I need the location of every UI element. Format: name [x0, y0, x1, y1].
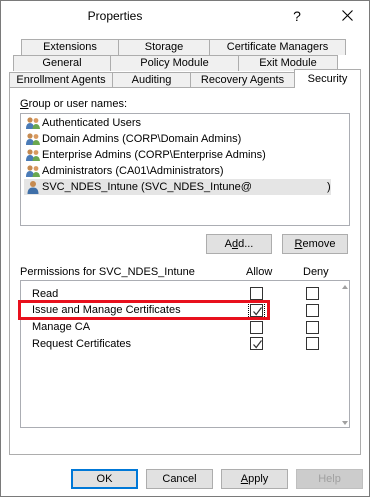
permission-name: Manage CA — [32, 321, 91, 333]
allow-manage-ca-checkbox[interactable] — [250, 321, 263, 334]
deny-issue-manage-checkbox[interactable] — [306, 304, 319, 317]
list-item[interactable]: Administrators (CA01\Administrators) — [24, 163, 344, 179]
remove-button[interactable]: Remove — [282, 234, 348, 254]
group-or-user-names-label: Group or user names: — [20, 98, 127, 110]
principal-name-suffix: ) — [327, 181, 331, 193]
user-icon — [27, 181, 39, 194]
deny-read-checkbox[interactable] — [306, 287, 319, 300]
apply-label-post: pply — [248, 473, 269, 485]
list-item[interactable]: Domain Admins (CORP\Domain Admins) — [24, 131, 344, 147]
allow-request-checkbox[interactable] — [250, 337, 263, 350]
list-item[interactable]: Authenticated Users — [24, 115, 344, 131]
principal-name: SVC_NDES_Intune (SVC_NDES_Intune@ — [42, 181, 252, 193]
title-bar[interactable]: Properties ? — [1, 1, 369, 31]
close-icon — [341, 10, 353, 21]
tab-extensions[interactable]: Extensions — [21, 39, 119, 55]
add-label-post: d... — [238, 238, 254, 250]
add-label-pre: A — [224, 238, 232, 250]
apply-label-accel: A — [240, 473, 249, 485]
add-button[interactable]: Add... — [206, 234, 272, 254]
properties-dialog: Properties ? Extensions Storage Certific… — [0, 0, 370, 497]
principal-name: Enterprise Admins (CORP\Enterprise Admin… — [42, 149, 266, 161]
list-item[interactable]: Enterprise Admins (CORP\Enterprise Admin… — [24, 147, 344, 163]
list-item-selected[interactable]: SVC_NDES_Intune (SVC_NDES_Intune@ ) — [24, 179, 331, 195]
principal-name: Authenticated Users — [42, 117, 142, 129]
window-title: Properties — [87, 9, 143, 23]
tab-row-1: Extensions Storage Certificate Managers — [1, 39, 369, 55]
apply-button[interactable]: Apply — [221, 469, 288, 489]
tab-security[interactable]: Security — [294, 69, 361, 88]
permission-name: Request Certificates — [32, 338, 132, 350]
principal-name: Administrators (CA01\Administrators) — [42, 165, 224, 177]
cancel-button[interactable]: Cancel — [146, 469, 213, 489]
scroll-down-icon[interactable] — [341, 419, 349, 427]
allow-column-header: Allow — [246, 266, 273, 278]
close-button[interactable] — [331, 5, 363, 27]
group-label-accel: G — [20, 98, 29, 110]
tab-certificate-managers[interactable]: Certificate Managers — [209, 39, 346, 55]
group-icon — [26, 117, 40, 129]
group-label-rest: roup or user names: — [28, 98, 127, 110]
remove-label-post: emove — [302, 238, 336, 250]
check-icon — [253, 340, 262, 349]
scroll-up-icon[interactable] — [341, 283, 349, 291]
deny-request-checkbox[interactable] — [306, 337, 319, 350]
deny-column-header: Deny — [303, 266, 329, 278]
tab-policy-module[interactable]: Policy Module — [110, 55, 239, 71]
principals-list[interactable]: Authenticated Users Domain Admins (CORP\… — [20, 113, 350, 226]
tab-storage[interactable]: Storage — [118, 39, 210, 55]
group-icon — [26, 165, 40, 177]
ok-button[interactable]: OK — [71, 469, 138, 489]
allow-read-checkbox[interactable] — [250, 287, 263, 300]
group-icon — [26, 149, 40, 161]
help-button[interactable]: Help — [296, 469, 363, 489]
tab-enrollment-agents[interactable]: Enrollment Agents — [9, 72, 113, 88]
tab-recovery-agents[interactable]: Recovery Agents — [190, 72, 295, 88]
tab-general[interactable]: General — [13, 55, 111, 71]
tab-row-3: Enrollment Agents Auditing Recovery Agen… — [1, 69, 369, 88]
permissions-label: Permissions for SVC_NDES_Intune — [20, 266, 195, 278]
help-title-button[interactable]: ? — [282, 5, 312, 27]
tab-auditing[interactable]: Auditing — [112, 72, 191, 88]
red-highlight-box — [18, 300, 270, 320]
group-icon — [26, 133, 40, 145]
deny-manage-ca-checkbox[interactable] — [306, 321, 319, 334]
principal-name: Domain Admins (CORP\Domain Admins) — [42, 133, 242, 145]
